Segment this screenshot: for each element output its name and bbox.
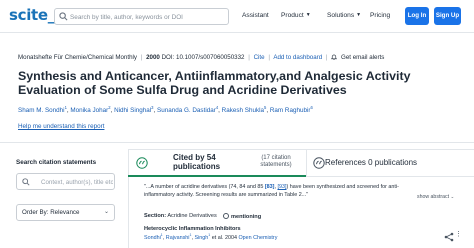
citation-quote: "...A number of acridine derivatives (74… (144, 184, 414, 199)
quote-icon (313, 157, 325, 169)
tab-cited-by[interactable]: Cited by 54 publications (17 citation st… (128, 149, 306, 177)
author-name: Nidhi Singhal (114, 107, 152, 115)
show-abstract-toggle[interactable]: show abstract ⌄ (417, 194, 454, 200)
tab-references[interactable]: References 0 publications (306, 149, 474, 177)
author-name: Rakesh Shukla (221, 107, 265, 115)
mentioning-badge: mentioning (223, 213, 261, 220)
separator: | (140, 54, 143, 61)
mentioning-icon (223, 213, 229, 219)
nav-solutions[interactable]: Solutions ▼ (327, 12, 361, 19)
global-search-box[interactable] (54, 8, 229, 25)
section-value: Acridine Derivatives (167, 213, 217, 219)
quote-text: "...A number of acridine derivatives (74… (144, 184, 265, 190)
order-by-value: Order By: Relevance (22, 209, 80, 216)
order-by-select[interactable]: Order By: Relevance ⌄ (16, 204, 115, 221)
paper-meta-row: Monatshefte Für Chemie/Chemical Monthly … (18, 54, 384, 61)
author-name: Sham M. Sondhi (18, 107, 65, 115)
author-name: Ram Raghubir (269, 107, 311, 115)
author-link[interactable]: Sham M. Sondhi1 (18, 105, 67, 115)
cited-by-label: Cited by 54 publications (173, 153, 221, 171)
section-label: Section: (144, 213, 167, 219)
author-name: Sunanda G. Dastidar (157, 107, 216, 115)
nav-pricing[interactable]: Pricing (370, 12, 390, 19)
citation-section: Section: Acridine Derivatives (144, 213, 217, 219)
citation-statements-count: (17 citation statements) (260, 155, 292, 168)
author-link[interactable]: Sunanda G. Dastidar4 (157, 105, 218, 115)
citing-year: et al. 2004 (210, 234, 237, 241)
nav-product-label: Product (281, 12, 304, 19)
nav-assistant[interactable]: Assistant (242, 12, 269, 19)
paper-title: Synthesis and Anticancer, Antiinflammato… (18, 69, 411, 97)
mentioning-label: mentioning (231, 214, 262, 220)
search-icon (59, 12, 68, 21)
cite-link[interactable]: Cite (254, 54, 265, 61)
author-affiliation: 6 (310, 105, 313, 110)
section-divider (0, 142, 474, 143)
help-understand-link[interactable]: Help me understand this report (18, 123, 104, 130)
chevron-down-icon: ▼ (356, 12, 362, 18)
separator: | (268, 54, 270, 61)
bell-icon (331, 54, 338, 60)
citing-author-link[interactable]: Sondhi (144, 235, 161, 241)
citing-paper-title[interactable]: Heterocyclic Inflammation Inhibitors (144, 226, 241, 232)
author-link[interactable]: Rakesh Shukla5 (221, 105, 267, 115)
publication-year: 2000 (146, 54, 160, 61)
citation-search-box[interactable] (16, 173, 115, 190)
author-link[interactable]: Monika Johar2 (70, 105, 110, 115)
author-link[interactable]: Ram Raghubir6 (269, 105, 313, 115)
separator: | (325, 54, 328, 61)
scite-logo[interactable]: scite_ (9, 6, 55, 24)
global-search-input[interactable] (70, 11, 225, 23)
top-navigation: scite_ Assistant Product▼ Solutions▼ Pri… (0, 0, 474, 33)
signup-button[interactable]: Sign Up (434, 7, 461, 25)
references-label: References 0 publications (325, 158, 418, 167)
chevron-down-icon: ⌄ (103, 209, 109, 215)
search-icon (22, 178, 30, 186)
nav-solutions-label: Solutions (327, 12, 355, 19)
author-name: Monika Johar (70, 107, 109, 115)
citation-search-heading: Search citation statements (16, 159, 97, 166)
author-list: Sham M. Sondhi1, Monika Johar2, Nidhi Si… (18, 105, 313, 114)
journal-name: Monatshefte Für Chemie/Chemical Monthly (18, 54, 137, 61)
quote-icon (136, 157, 148, 169)
nav-product[interactable]: Product ▼ (281, 12, 311, 19)
citing-author-link[interactable]: Singh (194, 235, 208, 241)
login-button[interactable]: Log In (405, 7, 429, 25)
chevron-down-icon: ▼ (305, 12, 311, 18)
share-icon[interactable] (444, 232, 454, 242)
add-to-dashboard-link[interactable]: Add to dashboard (273, 54, 322, 61)
show-abstract-label: show abstract (417, 194, 450, 200)
author-link[interactable]: Nidhi Singhal3 (114, 105, 153, 115)
doi-link[interactable]: DOI: 10.1007/s007060050332 (162, 54, 245, 61)
citing-paper-authors: Sondhi1, Rajvanshi1, Singh1 et al. 2004 … (144, 233, 277, 241)
chevron-down-icon: ⌄ (450, 194, 455, 199)
email-alerts-link[interactable]: Get email alerts (341, 54, 384, 61)
more-options-icon[interactable]: ⋮ (455, 230, 462, 238)
citing-venue-link[interactable]: Open Chemistry (238, 235, 277, 241)
citation-search-input[interactable] (41, 177, 113, 187)
citing-author-link[interactable]: Rajvanshi (166, 235, 190, 241)
separator: | (248, 54, 250, 61)
